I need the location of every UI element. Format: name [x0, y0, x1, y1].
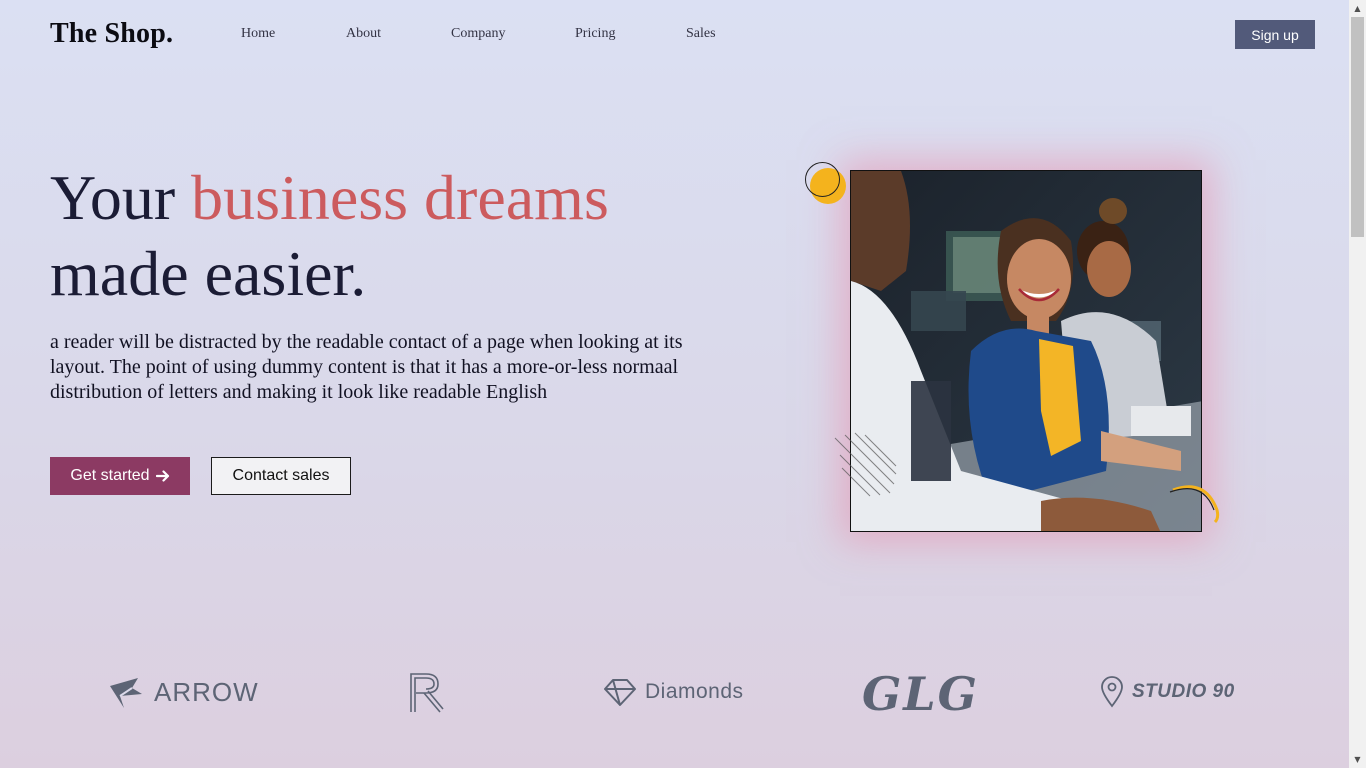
signup-button[interactable]: Sign up: [1235, 20, 1315, 49]
arrow-logo-icon: [110, 678, 142, 708]
scrollbar-thumb[interactable]: [1351, 17, 1364, 237]
brand-diamonds: Diamonds: [603, 668, 744, 716]
brand-glg: GLG: [862, 668, 986, 716]
headline-start: Your: [50, 162, 192, 233]
map-pin-logo-icon: [1101, 676, 1123, 708]
diamond-logo-icon: [604, 679, 636, 706]
brand-r-monogram: [408, 668, 444, 716]
decor-ring: [805, 162, 840, 197]
hero-description: a reader will be distracted by the reada…: [50, 331, 683, 403]
decor-yellow-arc: [1169, 485, 1220, 524]
get-started-button[interactable]: Get started: [50, 457, 190, 495]
scroll-down-icon[interactable]: ▼: [1349, 751, 1366, 768]
brand-studio90-name: STUDIO 90: [1132, 681, 1235, 702]
r-monogram-logo-icon: [410, 673, 444, 713]
nav-home-link[interactable]: Home: [241, 26, 275, 42]
arrow-right-icon: [155, 470, 169, 482]
brand-arrow-name: ARROW: [154, 676, 259, 707]
nav-about-link[interactable]: About: [346, 26, 381, 42]
nav-pricing-link[interactable]: Pricing: [575, 26, 615, 42]
landing-page: The Shop. Home About Company Pricing Sal…: [0, 0, 1349, 768]
nav-company-link[interactable]: Company: [451, 26, 505, 42]
brand-diamonds-name: Diamonds: [645, 680, 744, 703]
brand-arrow: ARROW: [108, 668, 259, 716]
contact-sales-button[interactable]: Contact sales: [211, 457, 351, 495]
hero-headline: Your business dreams made easier.: [50, 160, 770, 312]
headline-accent: business dreams: [191, 162, 609, 233]
brand-studio90: STUDIO 90: [1100, 668, 1235, 716]
decor-hatch-lines: [834, 432, 897, 497]
glg-blackletter-logo: GLG: [862, 668, 979, 716]
hero-photo: [850, 170, 1202, 532]
get-started-label: Get started: [70, 467, 150, 484]
headline-end: made easier.: [50, 238, 367, 309]
site-logo[interactable]: The Shop.: [50, 18, 173, 50]
nav-sales-link[interactable]: Sales: [686, 26, 716, 42]
svg-text:GLG: GLG: [862, 668, 979, 716]
scroll-up-icon[interactable]: ▲: [1349, 0, 1366, 17]
office-team-illustration: [851, 171, 1201, 531]
